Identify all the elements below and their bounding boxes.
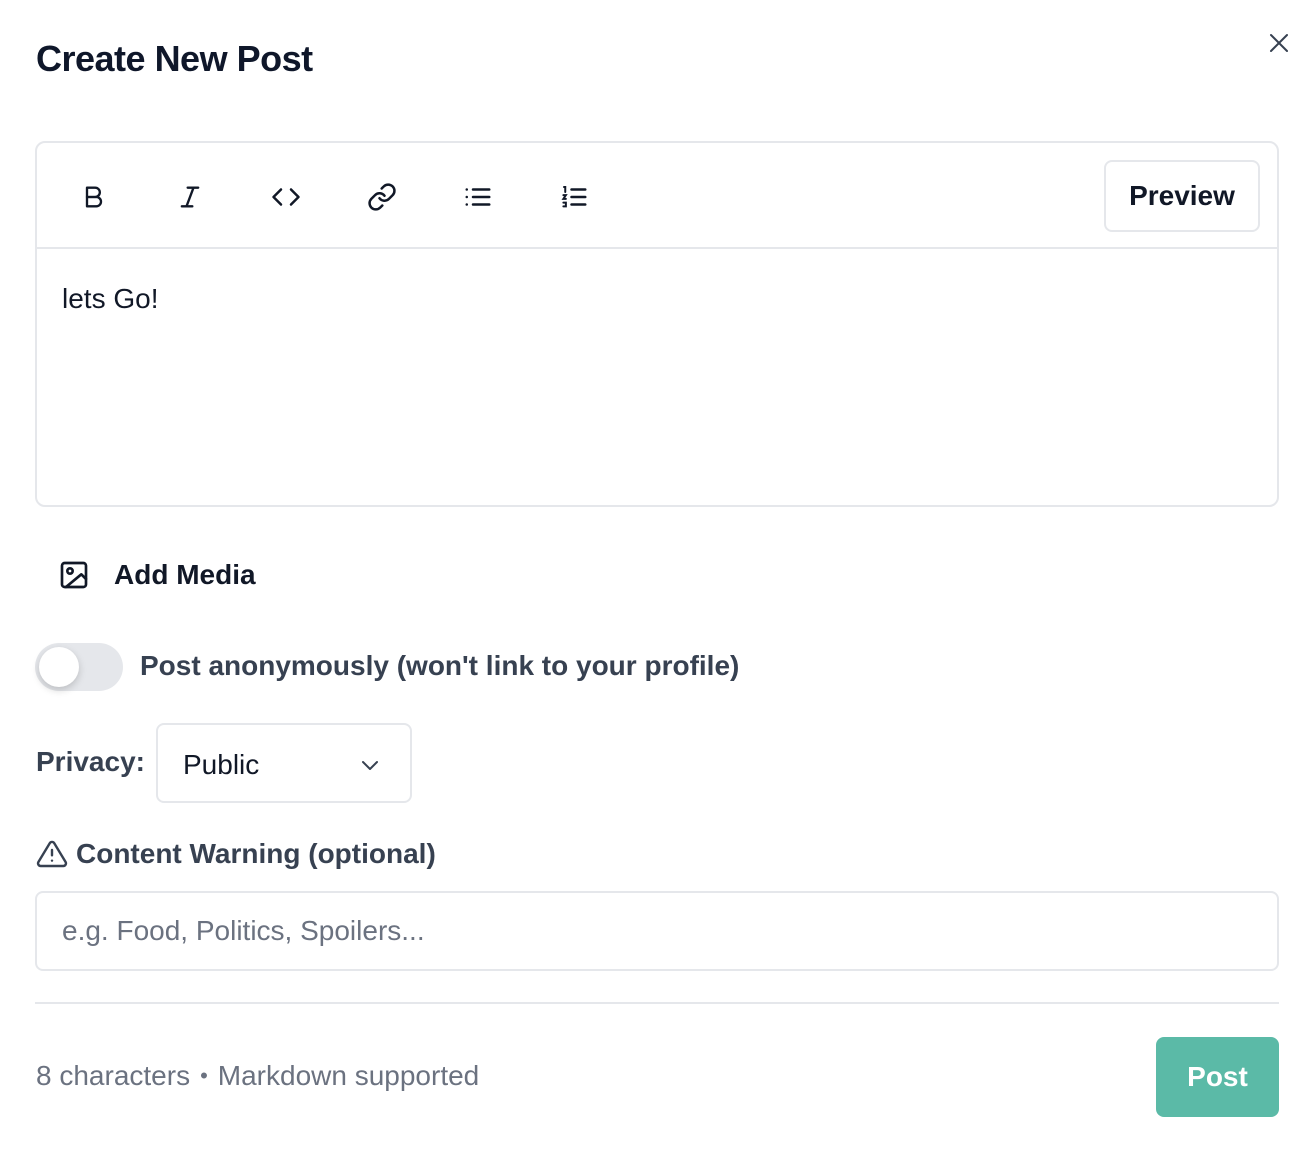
post-editor: Preview lets Go! <box>35 141 1279 507</box>
link-icon <box>368 183 396 211</box>
preview-button[interactable]: Preview <box>1104 160 1260 232</box>
chevron-down-icon <box>362 761 378 770</box>
numbered-list-button[interactable] <box>554 177 594 217</box>
image-icon <box>60 561 88 589</box>
anonymous-toggle[interactable] <box>35 643 123 691</box>
dialog-title: Create New Post <box>36 38 313 79</box>
close-button[interactable] <box>1262 26 1296 60</box>
numbered-list-icon <box>561 186 587 208</box>
character-count: 8 characters <box>36 1060 191 1091</box>
bold-button[interactable] <box>74 177 114 217</box>
post-button[interactable]: Post <box>1156 1037 1279 1117</box>
toggle-knob <box>39 647 79 687</box>
content-warning-heading: Content Warning (optional) <box>36 838 436 870</box>
add-media-button[interactable]: Add Media <box>58 552 256 598</box>
bulleted-list-button[interactable] <box>458 177 498 217</box>
content-warning-input[interactable] <box>35 891 1279 971</box>
code-icon <box>272 188 300 206</box>
formatting-toolbar: Preview <box>37 143 1277 249</box>
footer-divider <box>35 1002 1279 1004</box>
link-button[interactable] <box>362 177 402 217</box>
markdown-note: Markdown supported <box>217 1060 480 1091</box>
anonymous-label: Post anonymously (won't link to your pro… <box>140 650 740 681</box>
privacy-select[interactable]: Public <box>156 723 412 803</box>
bulleted-list-icon <box>465 188 491 206</box>
privacy-selected-value: Public <box>183 749 260 780</box>
warning-icon <box>36 840 68 868</box>
privacy-label: Privacy: <box>36 746 145 777</box>
separator-dot: • <box>200 1063 208 1088</box>
content-warning-label: Content Warning (optional) <box>76 838 436 869</box>
italic-button[interactable] <box>170 177 210 217</box>
italic-icon <box>180 186 200 208</box>
add-media-label: Add Media <box>114 559 256 590</box>
bold-icon <box>85 186 103 208</box>
close-icon <box>1270 34 1288 52</box>
code-button[interactable] <box>266 177 306 217</box>
footer-info: 8 characters • Markdown supported <box>36 1060 479 1092</box>
editor-textarea[interactable]: lets Go! <box>62 283 158 315</box>
